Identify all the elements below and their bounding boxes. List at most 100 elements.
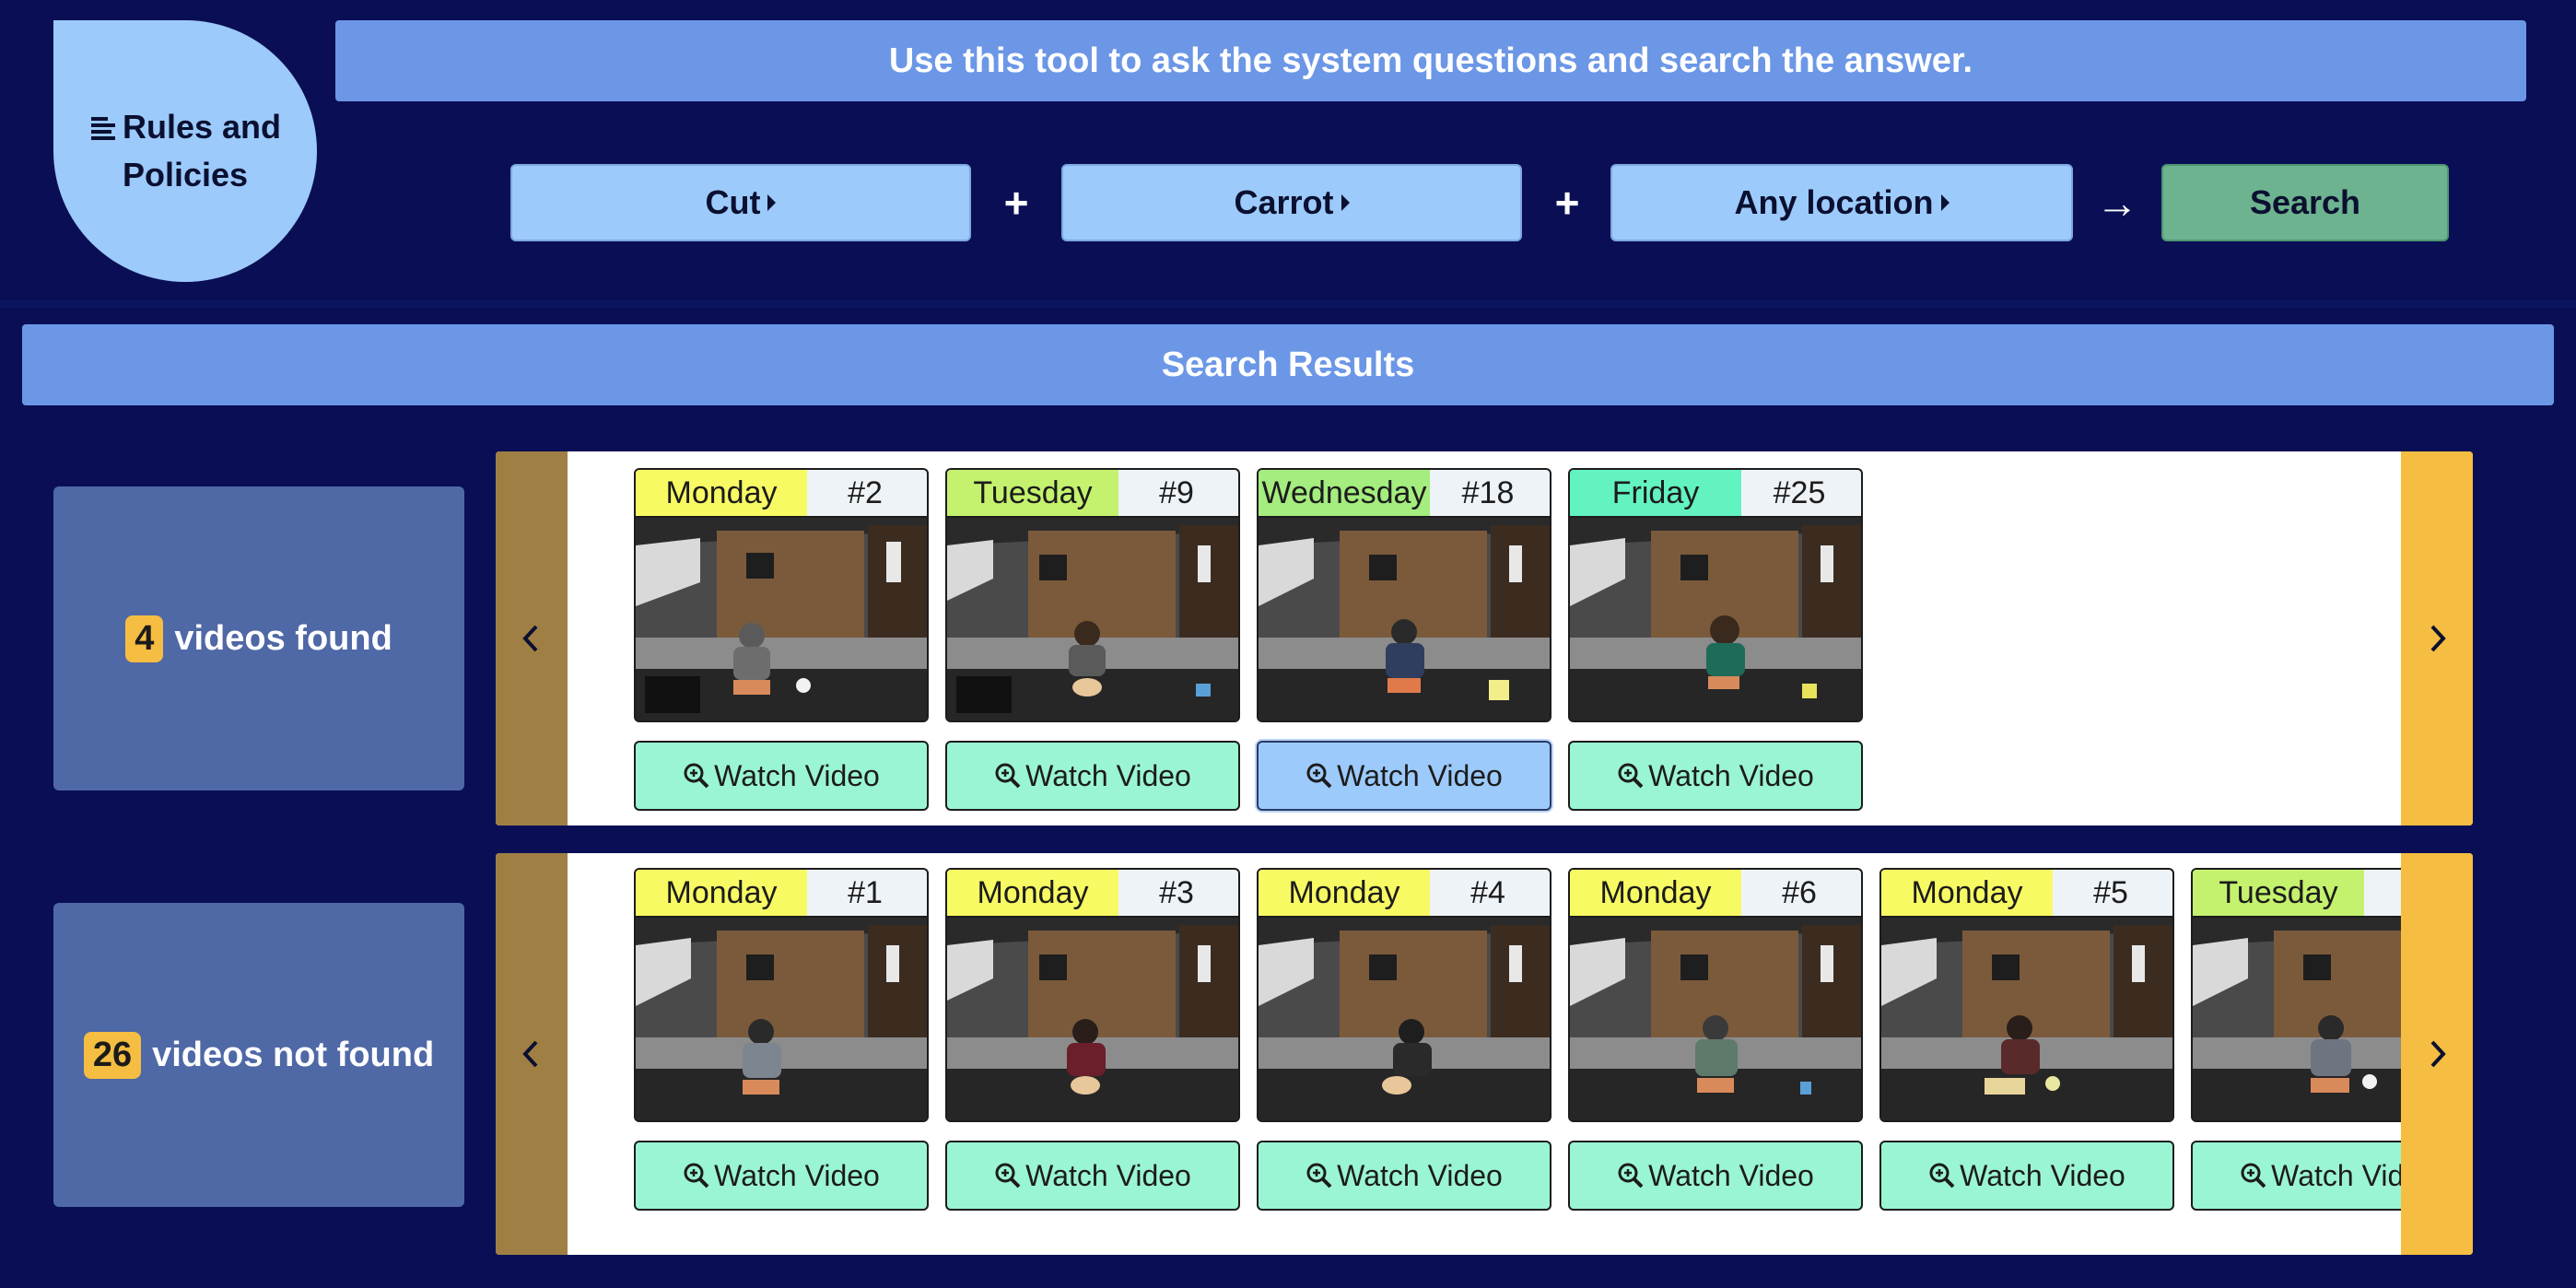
video-day: Friday <box>1570 470 1741 516</box>
zoom-in-icon <box>1929 1163 1955 1188</box>
video-card-header: Monday #3 <box>945 868 1240 916</box>
video-day: Wednesday <box>1259 470 1430 516</box>
action-label: Cut <box>705 183 761 221</box>
watch-video-button[interactable]: Watch Video <box>1257 1141 1551 1211</box>
video-number: #4 <box>1470 874 1505 910</box>
not-found-carousel-next[interactable] <box>2401 853 2473 1255</box>
video-card-header: Monday #6 <box>1568 868 1863 916</box>
watch-video-button[interactable]: Watch Video <box>1568 1141 1863 1211</box>
watch-video-label: Watch Video <box>1960 1158 2125 1192</box>
zoom-in-icon <box>995 763 1021 789</box>
watch-video-button[interactable]: Watch Video <box>1568 741 1863 811</box>
zoom-in-icon <box>995 1163 1021 1188</box>
video-card: Monday #6 Watch Video <box>1568 868 1863 1211</box>
action-dropdown[interactable]: Cut <box>510 164 971 241</box>
video-day: Tuesday <box>2193 870 2364 916</box>
chevron-left-icon <box>522 625 538 652</box>
tool-description-text: Use this tool to ask the system question… <box>888 41 1973 80</box>
video-thumbnail[interactable] <box>634 516 929 722</box>
zoom-in-icon <box>1306 763 1332 789</box>
watch-video-button[interactable]: Watch Video <box>945 741 1240 811</box>
rules-label-line2: Policies <box>122 156 249 193</box>
object-dropdown[interactable]: Carrot <box>1061 164 1522 241</box>
watch-video-button[interactable]: Watch Video <box>634 1141 929 1211</box>
video-thumbnail[interactable] <box>1257 916 1551 1122</box>
video-number: #6 <box>1782 874 1817 910</box>
video-thumbnail[interactable] <box>1568 516 1863 722</box>
object-label: Carrot <box>1234 183 1334 221</box>
search-results-banner: Search Results <box>22 324 2554 405</box>
kitchen-scene-image <box>1881 918 2172 1120</box>
arrow-right-icon: → <box>2096 179 2138 227</box>
video-number: #1 <box>848 874 883 910</box>
location-dropdown[interactable]: Any location <box>1610 164 2073 241</box>
zoom-in-icon <box>2241 1163 2266 1188</box>
video-day: Monday <box>1259 870 1430 916</box>
found-summary-label: videos found <box>174 618 392 658</box>
location-label: Any location <box>1734 183 1934 221</box>
video-card: Monday #1 Watch Video <box>634 868 929 1211</box>
plus-operator: + <box>1003 179 1029 227</box>
found-carousel: Monday #2 Watch Video Tuesday #9 Watch V… <box>496 451 2473 825</box>
rules-label-line1: Rules and <box>122 108 282 146</box>
video-thumbnail[interactable] <box>945 916 1240 1122</box>
found-count-badge: 4 <box>125 615 164 662</box>
video-thumbnail[interactable] <box>634 916 929 1122</box>
zoom-in-icon <box>1618 763 1644 789</box>
caret-right-icon <box>1940 194 1950 211</box>
kitchen-scene-image <box>636 918 927 1120</box>
header-divider <box>0 300 2576 308</box>
video-thumbnail[interactable] <box>1568 916 1863 1122</box>
found-carousel-track: Monday #2 Watch Video Tuesday #9 Watch V… <box>568 451 2401 825</box>
watch-video-button[interactable]: Watch Video <box>1879 1141 2174 1211</box>
video-card: Friday #25 Watch Video <box>1568 468 1863 811</box>
watch-video-button[interactable]: Watch Video <box>2191 1141 2401 1211</box>
kitchen-scene-image <box>1570 918 1861 1120</box>
video-card-header: Monday #4 <box>1257 868 1551 916</box>
zoom-in-icon <box>684 763 709 789</box>
video-thumbnail[interactable] <box>1879 916 2174 1122</box>
video-number: #25 <box>1773 474 1826 510</box>
watch-video-label: Watch Video <box>714 758 880 792</box>
caret-right-icon <box>1341 194 1350 211</box>
watch-video-label: Watch Video <box>1648 758 1814 792</box>
rules-and-policies-button[interactable]: Rules and Policies <box>53 20 317 282</box>
video-day: Monday <box>1570 870 1741 916</box>
video-number: #9 <box>1159 474 1194 510</box>
video-thumbnail[interactable] <box>945 516 1240 722</box>
video-thumbnail[interactable] <box>2191 916 2401 1122</box>
watch-video-button[interactable]: Watch Video <box>945 1141 1240 1211</box>
video-day: Tuesday <box>947 470 1118 516</box>
video-card: Monday #3 Watch Video <box>945 868 1240 1211</box>
not-found-carousel-prev[interactable] <box>496 853 568 1255</box>
video-day: Monday <box>636 470 807 516</box>
video-card-header: Tuesday #9 <box>945 468 1240 516</box>
kitchen-scene-image <box>947 518 1238 720</box>
kitchen-scene-image <box>1259 918 1550 1120</box>
video-number: #5 <box>2093 874 2128 910</box>
watch-video-label: Watch Video <box>714 1158 880 1192</box>
kitchen-scene-image <box>947 918 1238 1120</box>
watch-video-label: Watch Video <box>1337 1158 1503 1192</box>
watch-video-label: Watch Video <box>1648 1158 1814 1192</box>
kitchen-scene-image <box>1570 518 1861 720</box>
zoom-in-icon <box>684 1163 709 1188</box>
watch-video-button[interactable]: Watch Video <box>1257 741 1551 811</box>
kitchen-scene-image <box>1259 518 1550 720</box>
video-card: Monday #5 Watch Video <box>1879 868 2174 1211</box>
search-button[interactable]: Search <box>2161 164 2449 241</box>
video-card-header: Monday #2 <box>634 468 929 516</box>
tool-description-banner: Use this tool to ask the system question… <box>335 20 2526 101</box>
watch-video-button[interactable]: Watch Video <box>634 741 929 811</box>
found-carousel-prev[interactable] <box>496 451 568 825</box>
watch-video-label: Watch Video <box>1337 758 1503 792</box>
video-card-header: Friday #25 <box>1568 468 1863 516</box>
video-thumbnail[interactable] <box>1257 516 1551 722</box>
not-found-carousel-track: Monday #1 Watch Video Monday #3 Watch Vi… <box>568 853 2401 1255</box>
watch-video-label: Watch Video <box>1025 1158 1191 1192</box>
search-label: Search <box>2249 183 2361 221</box>
found-carousel-next[interactable] <box>2401 451 2473 825</box>
chevron-right-icon <box>2430 1040 2446 1068</box>
chevron-right-icon <box>2430 625 2446 652</box>
video-card-header: Monday #1 <box>634 868 929 916</box>
